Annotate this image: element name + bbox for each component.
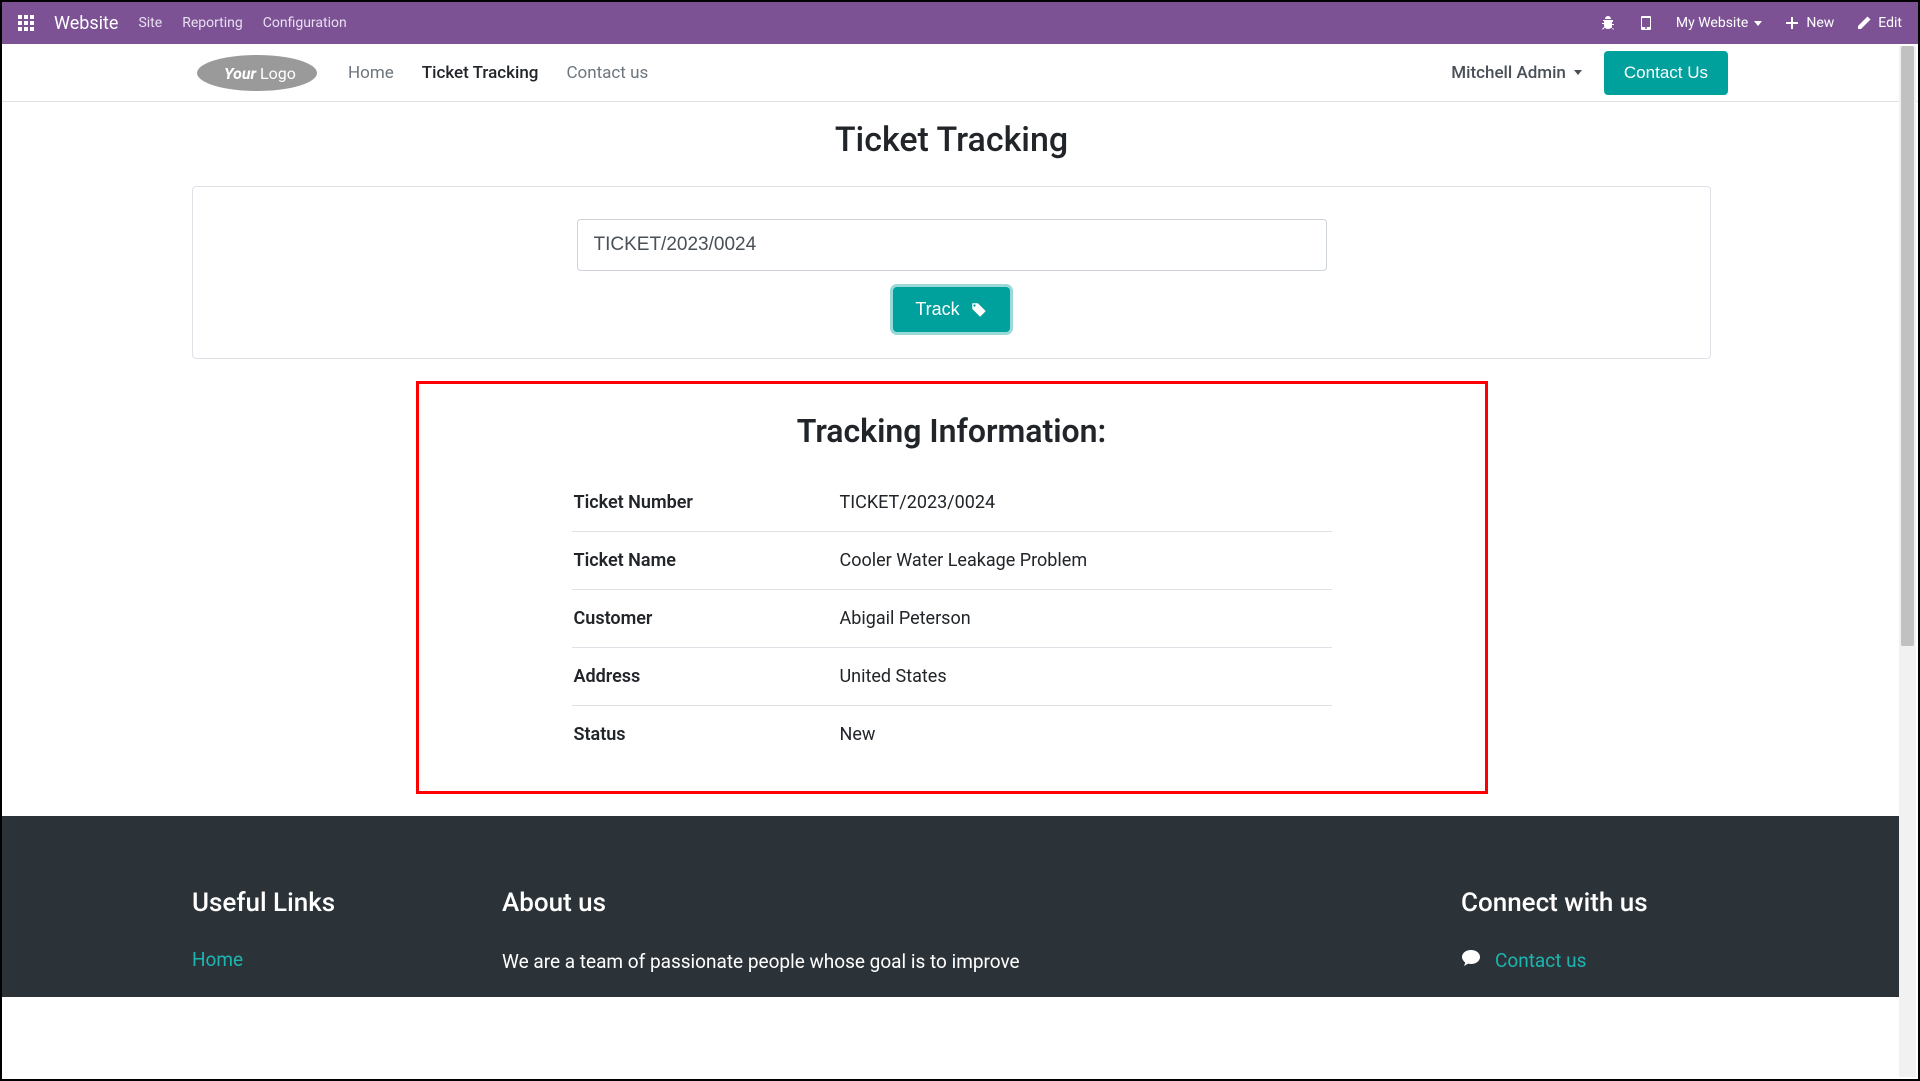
footer-heading: About us (502, 888, 1401, 918)
table-row: Ticket Name Cooler Water Leakage Problem (572, 532, 1332, 590)
footer: Useful Links Home About us We are a team… (2, 816, 1901, 997)
nav-home[interactable]: Home (348, 63, 394, 83)
new-button[interactable]: New (1784, 15, 1834, 31)
admin-topbar: Website Site Reporting Configuration My … (2, 2, 1918, 44)
tracking-heading: Tracking Information: (479, 412, 1425, 450)
footer-link-contact[interactable]: Contact us (1461, 948, 1586, 973)
scrollbar[interactable] (1899, 46, 1916, 1077)
svg-text:Your: Your (224, 64, 258, 83)
menu-reporting[interactable]: Reporting (182, 15, 243, 31)
row-label: Status (572, 706, 838, 764)
tracking-info-panel: Tracking Information: Ticket Number TICK… (416, 381, 1488, 794)
track-button[interactable]: Track (893, 287, 1009, 332)
footer-link-label: Contact us (1495, 949, 1586, 972)
row-value: United States (838, 648, 1332, 706)
site-navbar: Your Logo Home Ticket Tracking Contact u… (2, 44, 1918, 102)
nav-links: Home Ticket Tracking Contact us (348, 63, 648, 83)
user-dropdown[interactable]: Mitchell Admin (1451, 63, 1582, 83)
table-row: Status New (572, 706, 1332, 764)
row-value: TICKET/2023/0024 (838, 474, 1332, 532)
edit-button[interactable]: Edit (1856, 15, 1902, 31)
row-label: Address (572, 648, 838, 706)
topbar-right: My Website New Edit (1600, 15, 1902, 31)
chevron-down-icon (1574, 70, 1582, 75)
row-label: Ticket Name (572, 532, 838, 590)
footer-heading: Connect with us (1461, 888, 1711, 918)
my-website-dropdown[interactable]: My Website (1676, 15, 1762, 31)
page-title: Ticket Tracking (192, 102, 1711, 186)
main-content: Ticket Tracking Track Tracking Informati… (2, 102, 1901, 794)
table-row: Ticket Number TICKET/2023/0024 (572, 474, 1332, 532)
footer-connect: Connect with us Contact us (1461, 888, 1711, 977)
table-row: Address United States (572, 648, 1332, 706)
apps-icon[interactable] (18, 15, 34, 31)
bug-icon[interactable] (1600, 15, 1616, 31)
row-value: Abigail Peterson (838, 590, 1332, 648)
footer-useful: Useful Links Home (192, 888, 442, 977)
logo[interactable]: Your Logo (192, 52, 322, 94)
row-value: New (838, 706, 1332, 764)
app-name[interactable]: Website (54, 13, 118, 34)
footer-about: About us We are a team of passionate peo… (502, 888, 1401, 977)
row-label: Customer (572, 590, 838, 648)
svg-text:Logo: Logo (260, 64, 296, 83)
tag-icon (970, 301, 988, 319)
nav-right: Mitchell Admin Contact Us (1451, 51, 1728, 95)
edit-label: Edit (1878, 15, 1902, 31)
menu-configuration[interactable]: Configuration (263, 15, 347, 31)
search-card: Track (192, 186, 1711, 359)
row-label: Ticket Number (572, 474, 838, 532)
user-name: Mitchell Admin (1451, 63, 1566, 83)
contact-us-button[interactable]: Contact Us (1604, 51, 1728, 95)
my-website-label: My Website (1676, 15, 1748, 31)
track-label: Track (915, 299, 959, 320)
new-label: New (1806, 15, 1834, 31)
plus-icon (1784, 15, 1800, 31)
scrollbar-thumb[interactable] (1901, 46, 1914, 646)
chat-icon (1461, 948, 1481, 973)
table-row: Customer Abigail Peterson (572, 590, 1332, 648)
footer-about-text: We are a team of passionate people whose… (502, 948, 1401, 977)
footer-heading: Useful Links (192, 888, 442, 918)
menu-site[interactable]: Site (138, 15, 162, 31)
nav-ticket-tracking[interactable]: Ticket Tracking (422, 63, 539, 83)
tracking-table: Ticket Number TICKET/2023/0024 Ticket Na… (572, 474, 1332, 763)
mobile-icon[interactable] (1638, 15, 1654, 31)
chevron-down-icon (1754, 21, 1762, 26)
pencil-icon (1856, 15, 1872, 31)
nav-contact[interactable]: Contact us (566, 63, 648, 83)
topbar-left: Website Site Reporting Configuration (18, 13, 347, 34)
ticket-input[interactable] (577, 219, 1327, 271)
footer-link-home[interactable]: Home (192, 948, 243, 971)
row-value: Cooler Water Leakage Problem (838, 532, 1332, 590)
